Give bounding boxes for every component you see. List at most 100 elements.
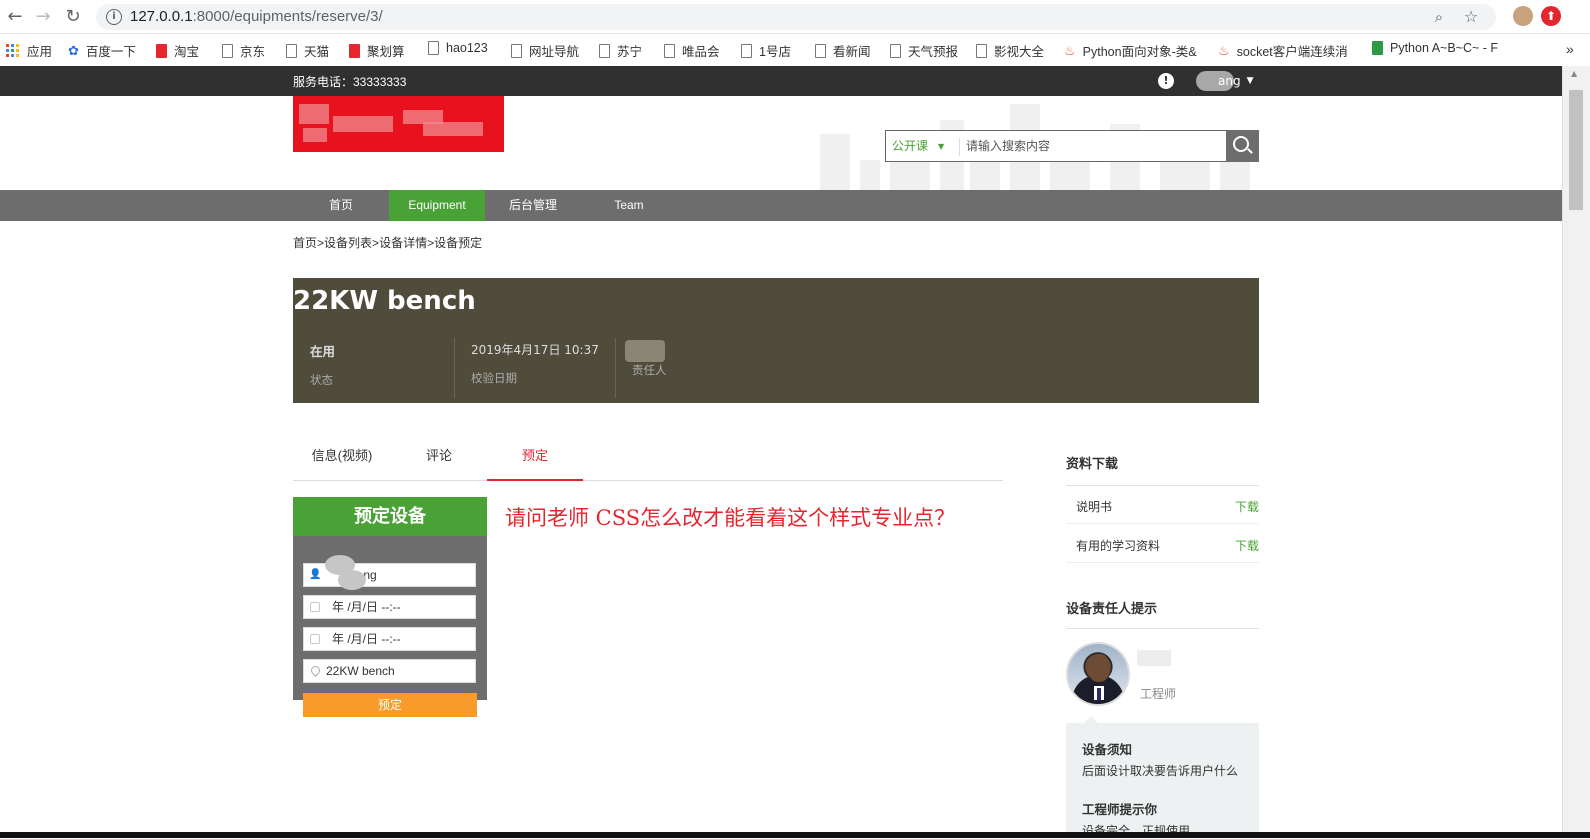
engineer-role: 工程师 bbox=[1140, 687, 1177, 701]
tab-info-video[interactable]: 信息(视频) bbox=[293, 443, 391, 481]
user-menu[interactable]: ! ang ▼ bbox=[1158, 71, 1254, 91]
bookmark-taobao[interactable]: 淘宝 bbox=[156, 41, 199, 60]
download-row: 说明书 下载 bbox=[1066, 486, 1259, 524]
page-icon bbox=[815, 43, 826, 58]
info-icon[interactable]: i bbox=[106, 9, 122, 25]
tip-text: 后面设计取决要告诉用户什么 bbox=[1082, 764, 1239, 778]
clock-icon[interactable]: ! bbox=[1158, 73, 1174, 89]
end-time-value: 年 /月/日 --:-- bbox=[332, 632, 401, 646]
star-icon[interactable]: ☆ bbox=[1460, 6, 1482, 28]
search-button[interactable] bbox=[1226, 130, 1259, 162]
breadcrumb-detail[interactable]: 设备详情 bbox=[379, 236, 427, 250]
search-input[interactable] bbox=[966, 135, 1216, 157]
divider bbox=[615, 338, 616, 398]
flame-icon: ♨ bbox=[1064, 42, 1076, 59]
nav-item-team[interactable]: Team bbox=[581, 190, 677, 221]
bookmark-hao123[interactable]: hao123 bbox=[428, 41, 488, 55]
reload-icon[interactable]: ↻ bbox=[62, 6, 84, 28]
engineer-name-redacted bbox=[1137, 650, 1171, 666]
url-path: :8000/equipments/reserve/3/ bbox=[192, 8, 383, 25]
bookmark-python-abc[interactable]: Python A~B~C~ - F bbox=[1372, 41, 1498, 55]
bookmark-news[interactable]: 看新闻 bbox=[815, 41, 871, 60]
bookmark-python-oop[interactable]: ♨ Python面向对象-类& bbox=[1064, 41, 1197, 60]
reserve-form: 预定设备 👤 iang 年 /月/日 --:-- 年 /月/日 --:-- 22K… bbox=[293, 497, 487, 700]
nav-item-home[interactable]: 首页 bbox=[293, 190, 389, 221]
search-category-label: 公开课 bbox=[892, 139, 929, 153]
bookmark-video[interactable]: 影视大全 bbox=[976, 41, 1044, 60]
tip-heading: 设备须知 bbox=[1082, 742, 1133, 757]
download-name: 说明书 bbox=[1076, 500, 1113, 514]
scroll-thumb[interactable] bbox=[1569, 90, 1583, 210]
calibration-value: 2019年4月17日 10:37 bbox=[471, 343, 599, 357]
calibration-stat: 2019年4月17日 10:37 校验日期 bbox=[471, 341, 599, 393]
back-icon[interactable]: ← bbox=[4, 6, 26, 28]
status-value: 在用 bbox=[310, 344, 336, 359]
zoom-icon[interactable]: ⌕ bbox=[1428, 6, 1450, 28]
bookmarks-more-icon[interactable]: » bbox=[1566, 41, 1574, 57]
owner-label: 责任人 bbox=[632, 363, 667, 377]
nav-item-equipment[interactable]: Equipment bbox=[389, 190, 485, 221]
bookmark-apps[interactable]: 应用 bbox=[6, 41, 52, 60]
nav-item-admin[interactable]: 后台管理 bbox=[485, 190, 581, 221]
tab-comments[interactable]: 评论 bbox=[391, 443, 487, 481]
start-time-field[interactable]: 年 /月/日 --:-- bbox=[303, 595, 476, 619]
reserve-form-title: 预定设备 bbox=[293, 497, 487, 536]
end-time-field[interactable]: 年 /月/日 --:-- bbox=[303, 627, 476, 651]
bookmark-label: 天气预报 bbox=[908, 45, 959, 59]
bookmark-baidu[interactable]: ✿ 百度一下 bbox=[68, 41, 136, 60]
bookmark-label: 唯品会 bbox=[682, 45, 720, 59]
engineer-avatar bbox=[1066, 642, 1130, 706]
start-time-value: 年 /月/日 --:-- bbox=[332, 600, 401, 614]
page-icon bbox=[286, 43, 297, 58]
bookmark-label: 1号店 bbox=[759, 45, 791, 59]
bookmark-tmall[interactable]: 天猫 bbox=[286, 41, 329, 60]
question-annotation: 请问老师 CSS怎么改才能看着这个样式专业点？ bbox=[505, 506, 956, 530]
page-scrollbar[interactable]: ▲ bbox=[1562, 66, 1590, 838]
equipment-field[interactable]: 22KW bench bbox=[303, 659, 476, 683]
logo-mosaic bbox=[423, 122, 483, 136]
download-link[interactable]: 下载 bbox=[1235, 537, 1259, 554]
logo-mosaic bbox=[333, 116, 393, 132]
update-icon[interactable]: ⬆ bbox=[1541, 6, 1561, 26]
bookmark-label: Python A~B~C~ - F bbox=[1390, 41, 1499, 55]
taobao-icon bbox=[156, 43, 167, 58]
url-field[interactable]: i 127.0.0.1:8000/equipments/reserve/3/ ⌕… bbox=[96, 4, 1496, 30]
url-text: 127.0.0.1:8000/equipments/reserve/3/ bbox=[130, 8, 383, 25]
page-icon bbox=[976, 43, 987, 58]
caret-down-icon: ▼ bbox=[938, 142, 945, 151]
forward-icon[interactable]: → bbox=[32, 6, 54, 28]
bookmark-vip[interactable]: 唯品会 bbox=[664, 41, 720, 60]
breadcrumb-list[interactable]: 设备列表 bbox=[324, 236, 372, 250]
download-link[interactable]: 下载 bbox=[1235, 498, 1259, 515]
bookmark-label: 天猫 bbox=[304, 45, 330, 59]
bookmark-label: hao123 bbox=[446, 41, 488, 55]
service-phone: 服务电话：33333333 bbox=[293, 75, 407, 89]
bookmark-label: 影视大全 bbox=[994, 45, 1045, 59]
site-topbar: 服务电话：33333333 ! ang ▼ bbox=[0, 66, 1562, 96]
scroll-up-icon[interactable]: ▲ bbox=[1571, 69, 1577, 78]
page-icon bbox=[741, 43, 752, 58]
bookmark-socket[interactable]: ♨ socket客户端连续消 bbox=[1218, 41, 1348, 60]
tab-reserve[interactable]: 预定 bbox=[487, 443, 583, 481]
building bbox=[820, 134, 850, 190]
search-category-select[interactable]: 公开课 ▼ bbox=[892, 137, 944, 154]
calibration-label: 校验日期 bbox=[471, 371, 517, 385]
breadcrumb-home[interactable]: 首页 bbox=[293, 236, 317, 250]
detail-tabs: 信息(视频) 评论 预定 bbox=[293, 443, 1003, 481]
bookmark-suning[interactable]: 苏宁 bbox=[599, 41, 642, 60]
bookmark-label: 淘宝 bbox=[174, 45, 200, 59]
page-icon bbox=[428, 41, 439, 55]
location-pin-icon bbox=[309, 664, 322, 677]
bookmark-yhd[interactable]: 1号店 bbox=[741, 41, 791, 60]
reserve-submit-button[interactable]: 预定 bbox=[303, 693, 477, 717]
equipment-title: 22KW bench bbox=[293, 286, 476, 316]
bookmark-weather[interactable]: 天气预报 bbox=[890, 41, 958, 60]
bookmark-nav[interactable]: 网址导航 bbox=[511, 41, 579, 60]
profile-avatar[interactable] bbox=[1513, 6, 1533, 26]
site-logo[interactable] bbox=[293, 96, 504, 152]
logo-mosaic bbox=[299, 104, 329, 124]
divider bbox=[1066, 628, 1259, 629]
bookmark-jd[interactable]: 京东 bbox=[222, 41, 265, 60]
bookmark-juhuasuan[interactable]: 聚划算 bbox=[349, 41, 405, 60]
breadcrumb-sep: > bbox=[317, 236, 325, 250]
